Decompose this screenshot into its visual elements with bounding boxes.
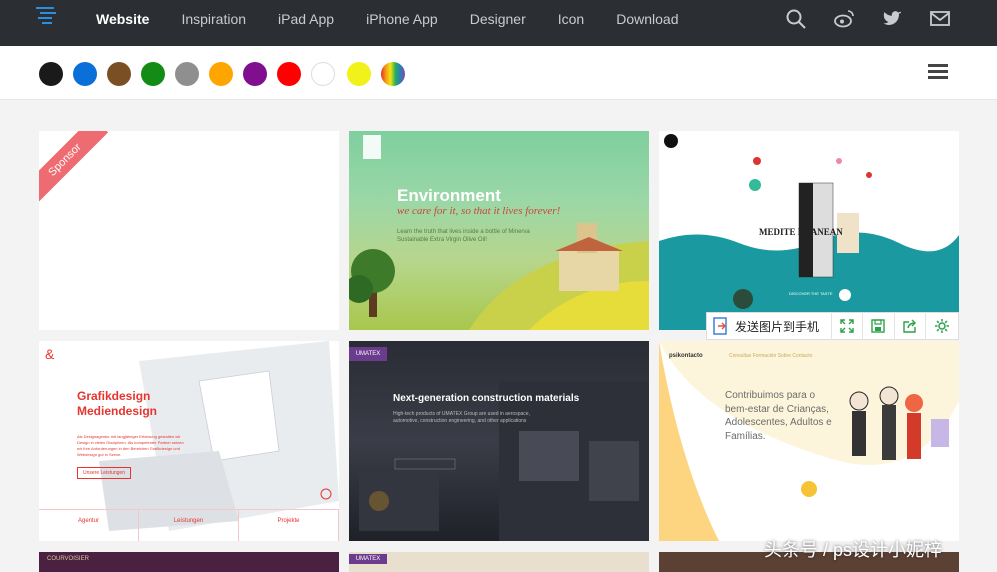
grafik-footer-projekte[interactable]: Projekte bbox=[239, 510, 339, 541]
umatex-title: Next-generation construction materials bbox=[393, 393, 580, 404]
gallery-card-sponsor[interactable]: Sponsor bbox=[39, 131, 339, 330]
color-swatch-blue[interactable] bbox=[73, 62, 97, 86]
hamburger-menu-icon[interactable] bbox=[928, 64, 948, 80]
send-to-phone-button[interactable]: 发送图片到手机 bbox=[707, 312, 832, 340]
color-swatch-brown[interactable] bbox=[107, 62, 131, 86]
psikontacto-menu: Consultas Formación Sobre Contacto bbox=[729, 353, 813, 359]
watermark-text: 头条号 / ps设计小妮梓 bbox=[764, 540, 943, 560]
gallery-card-grafikdesign[interactable]: & Grafikdesign Mediendesign Als Designage… bbox=[39, 341, 339, 541]
gallery-card-row3-middle[interactable]: UMATEX bbox=[349, 552, 649, 572]
courvoisier-brand: COURVOISIER bbox=[47, 556, 89, 562]
mediterranean-cta: DISCOVER THE TASTE bbox=[789, 291, 833, 296]
nav-iphone-app[interactable]: iPhone App bbox=[366, 11, 438, 27]
twitter-icon[interactable] bbox=[881, 8, 903, 30]
expand-icon bbox=[840, 319, 854, 333]
env-body: Learn the truth that lives inside a bott… bbox=[397, 229, 530, 243]
gallery-card-environment[interactable]: Environment we care for it, so that it l… bbox=[349, 131, 649, 330]
grafik-body: Als Designagentur mit langjähriger Erfah… bbox=[77, 434, 184, 457]
grafik-footer-agentur[interactable]: Agentur bbox=[39, 510, 139, 541]
color-filter-bar bbox=[0, 46, 997, 100]
grafik-services-button[interactable]: Unsere Leistungen bbox=[77, 467, 131, 479]
share-button[interactable] bbox=[895, 312, 927, 340]
gallery-card-umatex[interactable]: UMATEX Next-generation construction mate… bbox=[349, 341, 649, 541]
mail-icon[interactable] bbox=[929, 8, 951, 30]
save-button[interactable] bbox=[863, 312, 895, 340]
svg-text:&: & bbox=[45, 346, 55, 362]
image-action-toolbar: 发送图片到手机 bbox=[706, 312, 959, 340]
send-to-phone-label: 发送图片到手机 bbox=[735, 319, 820, 334]
top-icons bbox=[785, 8, 951, 30]
grafik-footer-leistungen[interactable]: Leistungen bbox=[139, 510, 239, 541]
color-swatch-black[interactable] bbox=[39, 62, 63, 86]
nav-download[interactable]: Download bbox=[616, 11, 678, 27]
grafik-title-line1: Grafikdesign bbox=[77, 389, 151, 403]
umatex-body: High-tech products of UMATEX Group are u… bbox=[393, 411, 530, 424]
grafik-title: Grafikdesign Mediendesign bbox=[77, 389, 157, 419]
settings-button[interactable] bbox=[926, 312, 958, 340]
color-swatch-yellow[interactable] bbox=[347, 62, 371, 86]
expand-button[interactable] bbox=[832, 312, 864, 340]
grafik-title-line2: Mediendesign bbox=[77, 404, 158, 418]
nav-ipad-app[interactable]: iPad App bbox=[278, 11, 334, 27]
search-icon[interactable] bbox=[785, 8, 807, 30]
top-navbar: Website Inspiration iPad App iPhone App … bbox=[0, 0, 997, 46]
share-icon bbox=[903, 319, 917, 333]
color-swatch-green[interactable] bbox=[141, 62, 165, 86]
color-swatch-purple[interactable] bbox=[243, 62, 267, 86]
psikontacto-brand: psikontacto bbox=[669, 353, 703, 359]
umatex-warehouse-photo bbox=[359, 381, 649, 541]
grafik-footer: Agentur Leistungen Projekte bbox=[39, 509, 339, 541]
color-swatch-red[interactable] bbox=[277, 62, 301, 86]
psikontacto-body: Contribuimos para o bem-estar de Criança… bbox=[725, 390, 832, 442]
nav-inspiration[interactable]: Inspiration bbox=[181, 11, 246, 27]
env-title: Environment bbox=[397, 186, 501, 205]
gallery-card-mediterranean[interactable]: MEDITE RRANEAN DISCOVER THE TASTE bbox=[659, 131, 959, 330]
mediterranean-product-text: MEDITE RRANEAN bbox=[759, 227, 843, 237]
color-swatch-white[interactable] bbox=[311, 62, 335, 86]
sponsor-ribbon: Sponsor bbox=[39, 131, 109, 204]
umatex-badge: UMATEX bbox=[349, 347, 387, 361]
settings-icon bbox=[935, 319, 950, 333]
nav-website[interactable]: Website bbox=[96, 11, 149, 27]
main-nav: Website Inspiration iPad App iPhone App … bbox=[96, 0, 710, 38]
gallery-card-psikontacto[interactable]: psikontacto Consultas Formación Sobre Co… bbox=[659, 341, 959, 541]
nav-designer[interactable]: Designer bbox=[470, 11, 526, 27]
color-swatch-rainbow[interactable] bbox=[381, 62, 405, 86]
row3-badge: UMATEX bbox=[349, 554, 387, 564]
nav-icon[interactable]: Icon bbox=[558, 11, 584, 27]
save-icon bbox=[871, 319, 886, 333]
color-swatch-orange[interactable] bbox=[209, 62, 233, 86]
gallery-card-courvoisier[interactable]: COURVOISIER bbox=[39, 552, 339, 572]
logo-icon[interactable] bbox=[34, 6, 58, 28]
color-swatch-gray[interactable] bbox=[175, 62, 199, 86]
env-tagline: we care for it, so that it lives forever… bbox=[397, 205, 561, 217]
phone-send-icon bbox=[713, 317, 727, 335]
weibo-icon[interactable] bbox=[833, 8, 855, 30]
